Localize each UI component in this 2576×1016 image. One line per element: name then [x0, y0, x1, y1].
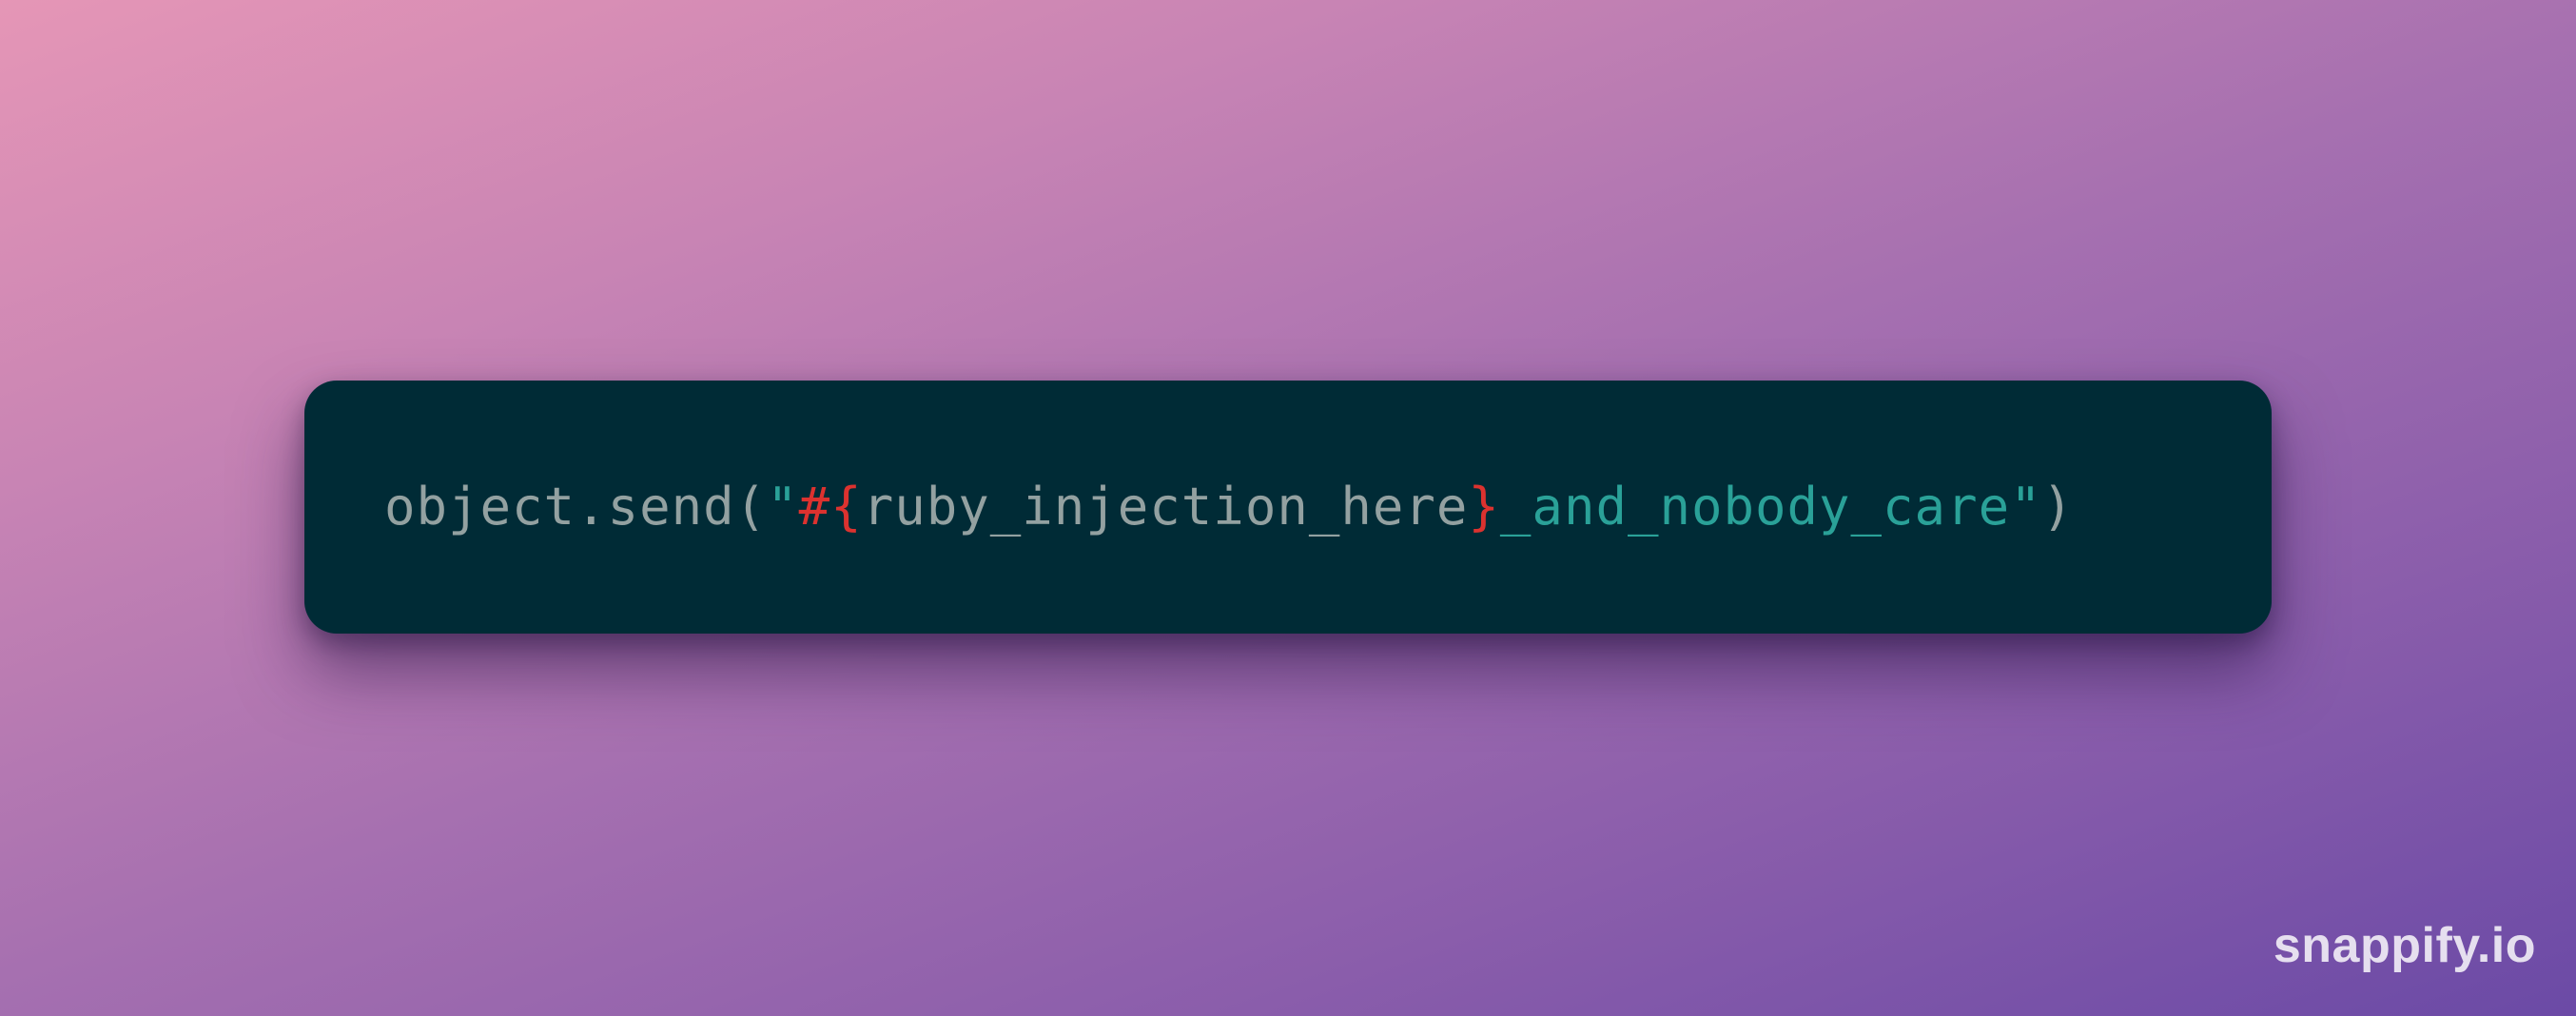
code-token-interpolation-close: } [1468, 477, 1500, 537]
code-token-close-paren: ) [2041, 477, 2075, 537]
code-token-interpolation-open: #{ [798, 477, 863, 537]
snappify-watermark: snappify.io [2273, 918, 2536, 973]
code-token-string-close-quote: " [2010, 477, 2042, 537]
code-token-method-call: object.send( [384, 477, 768, 537]
code-token-interpolated-expression: ruby_injection_here [862, 477, 1469, 537]
code-line: object.send("#{ruby_injection_here}_and_… [384, 381, 2074, 634]
code-token-string-open-quote: " [767, 477, 799, 537]
code-token-string-body: _and_nobody_care [1499, 477, 2011, 537]
code-snippet-card: object.send("#{ruby_injection_here}_and_… [304, 381, 2272, 634]
